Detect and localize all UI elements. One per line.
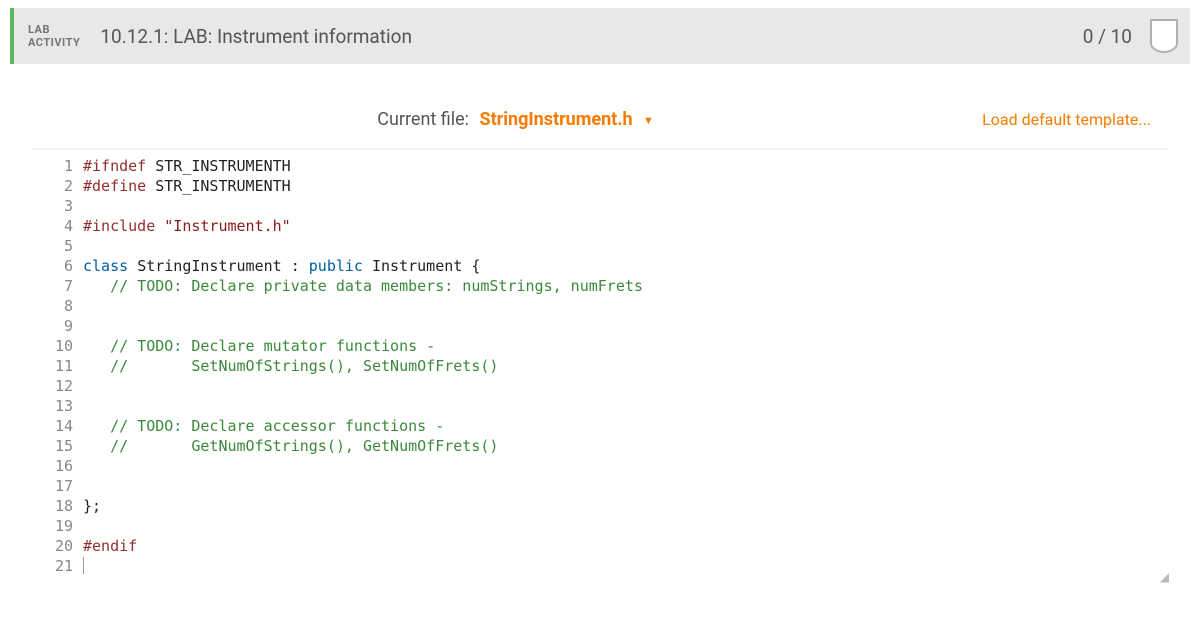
code-content[interactable]: #include "Instrument.h" bbox=[83, 216, 1169, 236]
code-content[interactable]: // TODO: Declare private data members: n… bbox=[83, 276, 1169, 296]
code-line[interactable]: 3 bbox=[31, 196, 1169, 216]
code-content[interactable] bbox=[83, 476, 1169, 496]
editor-header: Current file: StringInstrument.h ▼ Load … bbox=[31, 99, 1169, 149]
code-content[interactable]: #ifndef STR_INSTRUMENTH bbox=[83, 156, 1169, 176]
code-content[interactable]: // GetNumOfStrings(), GetNumOfFrets() bbox=[83, 436, 1169, 456]
code-content[interactable]: class StringInstrument : public Instrume… bbox=[83, 256, 1169, 276]
code-line[interactable]: 2#define STR_INSTRUMENTH bbox=[31, 176, 1169, 196]
code-line[interactable]: 5 bbox=[31, 236, 1169, 256]
code-content[interactable] bbox=[83, 196, 1169, 216]
lab-title: 10.12.1: LAB: Instrument information bbox=[94, 25, 412, 48]
line-number: 13 bbox=[31, 396, 83, 416]
code-line[interactable]: 17 bbox=[31, 476, 1169, 496]
code-line[interactable]: 13 bbox=[31, 396, 1169, 416]
code-line[interactable]: 11 // SetNumOfStrings(), SetNumOfFrets() bbox=[31, 356, 1169, 376]
code-editor[interactable]: 1#ifndef STR_INSTRUMENTH2#define STR_INS… bbox=[31, 149, 1169, 582]
line-number: 16 bbox=[31, 456, 83, 476]
code-line[interactable]: 18}; bbox=[31, 496, 1169, 516]
code-line[interactable]: 4#include "Instrument.h" bbox=[31, 216, 1169, 236]
code-content[interactable]: #define STR_INSTRUMENTH bbox=[83, 176, 1169, 196]
code-line[interactable]: 12 bbox=[31, 376, 1169, 396]
line-number: 11 bbox=[31, 356, 83, 376]
code-content[interactable] bbox=[83, 456, 1169, 476]
code-line[interactable]: 19 bbox=[31, 516, 1169, 536]
code-content[interactable] bbox=[83, 316, 1169, 336]
code-content[interactable] bbox=[83, 296, 1169, 316]
code-content[interactable] bbox=[83, 376, 1169, 396]
line-number: 1 bbox=[31, 156, 83, 176]
line-number: 7 bbox=[31, 276, 83, 296]
code-content[interactable]: // SetNumOfStrings(), SetNumOfFrets() bbox=[83, 356, 1169, 376]
line-number: 9 bbox=[31, 316, 83, 336]
code-content[interactable]: #endif bbox=[83, 536, 1169, 556]
badge-line-2: ACTIVITY bbox=[28, 36, 80, 49]
line-number: 19 bbox=[31, 516, 83, 536]
line-number: 18 bbox=[31, 496, 83, 516]
line-number: 12 bbox=[31, 376, 83, 396]
code-line[interactable]: 6class StringInstrument : public Instrum… bbox=[31, 256, 1169, 276]
line-number: 17 bbox=[31, 476, 83, 496]
line-number: 20 bbox=[31, 536, 83, 556]
current-file-name: StringInstrument.h bbox=[474, 109, 633, 130]
chevron-down-icon: ▼ bbox=[643, 114, 654, 127]
editor-panel: Current file: StringInstrument.h ▼ Load … bbox=[30, 98, 1170, 583]
badge-line-1: LAB bbox=[28, 23, 80, 36]
code-line[interactable]: 21 bbox=[31, 556, 1169, 576]
code-content[interactable]: // TODO: Declare mutator functions - bbox=[83, 336, 1169, 356]
lab-activity-badge: LAB ACTIVITY bbox=[14, 15, 94, 57]
line-number: 8 bbox=[31, 296, 83, 316]
line-number: 14 bbox=[31, 416, 83, 436]
line-number: 10 bbox=[31, 336, 83, 356]
code-line[interactable]: 10 // TODO: Declare mutator functions - bbox=[31, 336, 1169, 356]
line-number: 5 bbox=[31, 236, 83, 256]
shield-icon bbox=[1150, 19, 1178, 53]
lab-header: LAB ACTIVITY 10.12.1: LAB: Instrument in… bbox=[10, 8, 1190, 64]
code-content[interactable]: // TODO: Declare accessor functions - bbox=[83, 416, 1169, 436]
code-content[interactable] bbox=[83, 556, 1169, 576]
code-line[interactable]: 1#ifndef STR_INSTRUMENTH bbox=[31, 156, 1169, 176]
line-number: 21 bbox=[31, 556, 83, 576]
load-default-template-link[interactable]: Load default template... bbox=[982, 110, 1151, 129]
line-number: 2 bbox=[31, 176, 83, 196]
text-cursor bbox=[83, 557, 84, 574]
code-line[interactable]: 20#endif bbox=[31, 536, 1169, 556]
score-display: 0 / 10 bbox=[1083, 25, 1150, 48]
line-number: 3 bbox=[31, 196, 83, 216]
code-content[interactable]: }; bbox=[83, 496, 1169, 516]
line-number: 4 bbox=[31, 216, 83, 236]
code-line[interactable]: 7 // TODO: Declare private data members:… bbox=[31, 276, 1169, 296]
code-line[interactable]: 16 bbox=[31, 456, 1169, 476]
code-content[interactable] bbox=[83, 396, 1169, 416]
code-content[interactable] bbox=[83, 236, 1169, 256]
code-line[interactable]: 14 // TODO: Declare accessor functions - bbox=[31, 416, 1169, 436]
code-line[interactable]: 15 // GetNumOfStrings(), GetNumOfFrets() bbox=[31, 436, 1169, 456]
line-number: 15 bbox=[31, 436, 83, 456]
current-file-label: Current file: bbox=[377, 109, 469, 130]
code-content[interactable] bbox=[83, 516, 1169, 536]
code-line[interactable]: 8 bbox=[31, 296, 1169, 316]
current-file-selector[interactable]: Current file: StringInstrument.h ▼ bbox=[49, 109, 982, 130]
code-line[interactable]: 9 bbox=[31, 316, 1169, 336]
line-number: 6 bbox=[31, 256, 83, 276]
